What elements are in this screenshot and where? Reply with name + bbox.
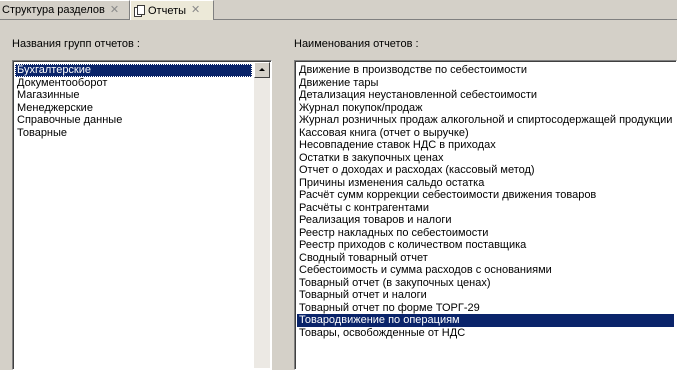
report-groups-label: Названия групп отчетов : [12, 38, 140, 50]
report-group-item[interactable]: Менеджерские [15, 102, 252, 115]
report-groups-list[interactable]: Бухгалтерские Документооборот Магазинные Ме… [12, 60, 272, 370]
report-name-item[interactable]: Несовпадение ставок НДС в приходах [297, 139, 674, 152]
report-group-item[interactable]: Товарные [15, 127, 252, 140]
report-name-item[interactable]: Движение тары [297, 77, 674, 90]
report-names-items: Движение в производстве по себестоимости… [297, 64, 674, 339]
report-name-item[interactable]: Себестоимость и сумма расходов с основан… [297, 264, 674, 277]
report-name-item[interactable]: Сводный товарный отчет [297, 252, 674, 265]
report-names-label: Наименования отчетов : [294, 38, 419, 50]
report-groups-items: Бухгалтерские Документооборот Магазинные Ме… [15, 64, 252, 139]
report-name-item[interactable]: Расчёт сумм коррекции себестоимости движ… [297, 189, 674, 202]
report-name-item[interactable]: Расчёты с контрагентами [297, 202, 674, 215]
report-name-item[interactable]: Товарный отчет по форме ТОРГ-29 [297, 302, 674, 315]
report-names-list[interactable]: Движение в производстве по себестоимости… [294, 60, 677, 370]
report-name-item[interactable]: Реестр накладных по себестоимости [297, 227, 674, 240]
tab-strip: Структура разделов ✕ Отчеты ✕ [0, 0, 677, 20]
pages-icon [134, 5, 145, 17]
close-icon[interactable]: ✕ [191, 5, 200, 16]
reports-panel: Названия групп отчетов : Наименования от… [0, 20, 677, 370]
report-name-item[interactable]: Журнал розничных продаж алкогольной и сп… [297, 114, 674, 127]
tab-reports[interactable]: Отчеты ✕ [130, 0, 214, 20]
report-name-item[interactable]: Товародвижение по операциям [297, 314, 674, 327]
report-group-item[interactable]: Магазинные [15, 89, 252, 102]
report-name-item[interactable]: Детализация неустановленной себестоимост… [297, 89, 674, 102]
report-group-item[interactable]: Документооборот [15, 77, 252, 90]
report-name-item[interactable]: Причины изменения сальдо остатка [297, 177, 674, 190]
report-name-item[interactable]: Движение в производстве по себестоимости [297, 64, 674, 77]
report-name-item[interactable]: Кассовая книга (отчет о выручке) [297, 127, 674, 140]
tab-section-structure[interactable]: Структура разделов ✕ [0, 0, 130, 19]
report-name-item[interactable]: Товарный отчет и налоги [297, 289, 674, 302]
report-name-item[interactable]: Журнал покупок/продаж [297, 102, 674, 115]
report-name-item[interactable]: Реестр приходов с количеством поставщика [297, 239, 674, 252]
report-name-item[interactable]: Реализация товаров и налоги [297, 214, 674, 227]
tab-section-structure-label: Структура разделов [2, 4, 105, 16]
report-name-item[interactable]: Товары, освобожденные от НДС [297, 327, 674, 340]
tab-reports-label: Отчеты [148, 4, 187, 17]
vertical-scrollbar[interactable] [254, 62, 270, 368]
report-name-item[interactable]: Отчет о доходах и расходах (кассовый мет… [297, 164, 674, 177]
report-group-item[interactable]: Бухгалтерские [15, 64, 252, 77]
report-name-item[interactable]: Остатки в закупочных ценах [297, 152, 674, 165]
arrow-up-icon[interactable] [254, 62, 270, 78]
report-name-item[interactable]: Товарный отчет (в закупочных ценах) [297, 277, 674, 290]
report-group-item[interactable]: Справочные данные [15, 114, 252, 127]
close-icon[interactable]: ✕ [110, 4, 119, 16]
